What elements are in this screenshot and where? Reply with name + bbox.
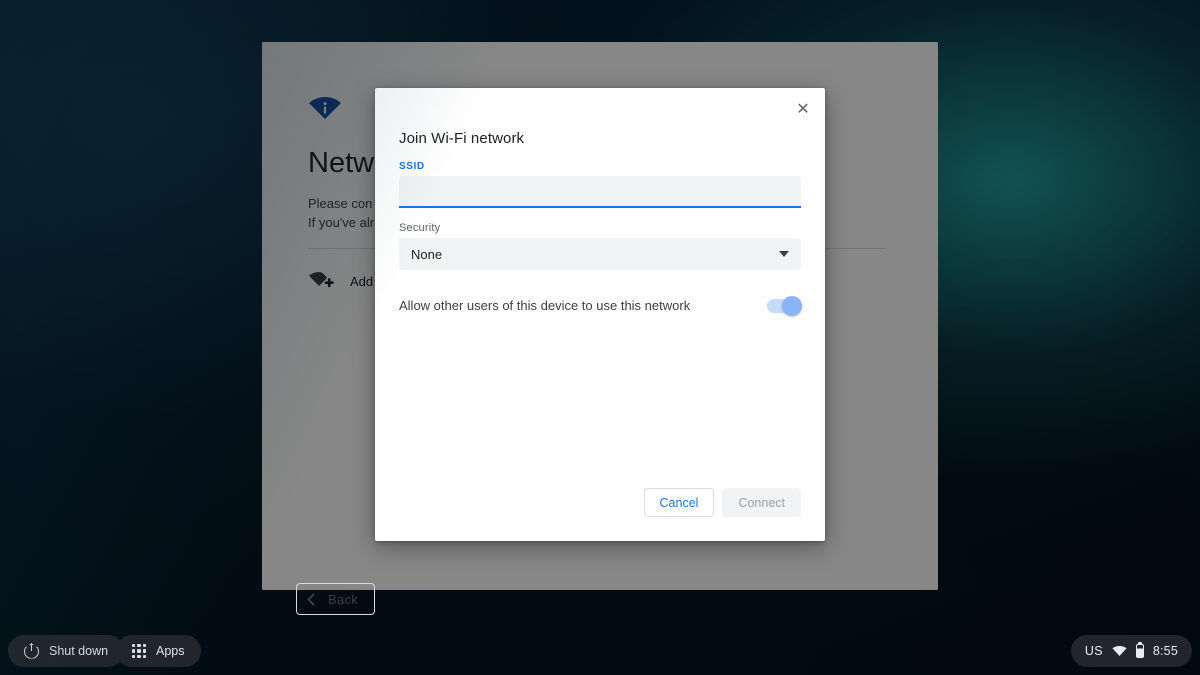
back-button[interactable]: Back [296, 583, 376, 615]
wifi-icon [1112, 646, 1127, 656]
share-network-label: Allow other users of this device to use … [399, 298, 691, 313]
ssid-input[interactable] [399, 176, 801, 208]
battery-icon [1135, 644, 1144, 658]
shelf: Shut down Apps US 8:55 [0, 627, 1200, 675]
dialog-body: Join Wi-Fi network SSID Security None Al… [375, 88, 825, 488]
back-button-label: Back [328, 591, 359, 607]
cancel-button[interactable]: Cancel [643, 488, 715, 517]
shutdown-label: Shut down [49, 644, 109, 658]
close-icon[interactable]: ✕ [788, 95, 818, 125]
connect-button[interactable]: Connect [722, 488, 801, 517]
security-select-wrap: None [399, 238, 801, 270]
ssid-label: SSID [399, 161, 425, 172]
share-network-toggle[interactable] [767, 295, 802, 316]
dialog-actions: Cancel Connect [375, 488, 825, 541]
join-wifi-dialog: ✕ Join Wi-Fi network SSID Security None … [375, 88, 825, 541]
shutdown-button[interactable]: Shut down [8, 635, 125, 667]
system-tray[interactable]: US 8:55 [1070, 635, 1192, 667]
security-select-value: None [411, 246, 443, 262]
security-select[interactable]: None [399, 238, 801, 270]
toggle-knob [782, 295, 802, 316]
clock: 8:55 [1152, 644, 1178, 658]
security-label: Security [399, 222, 441, 234]
chevron-left-icon [307, 592, 320, 606]
apps-label: Apps [156, 644, 185, 658]
apps-button[interactable]: Apps [116, 635, 201, 667]
share-network-row: Allow other users of this device to use … [399, 295, 802, 316]
dialog-title: Join Wi-Fi network [399, 130, 525, 147]
power-icon [24, 642, 39, 659]
security-field-group: Security None [399, 222, 801, 270]
apps-grid-icon [132, 644, 146, 658]
ime-indicator: US [1084, 644, 1103, 658]
ssid-field-group: SSID [399, 161, 801, 208]
desktop-wallpaper: Netw Please con If you've alr Add Back ✕… [0, 0, 1200, 675]
